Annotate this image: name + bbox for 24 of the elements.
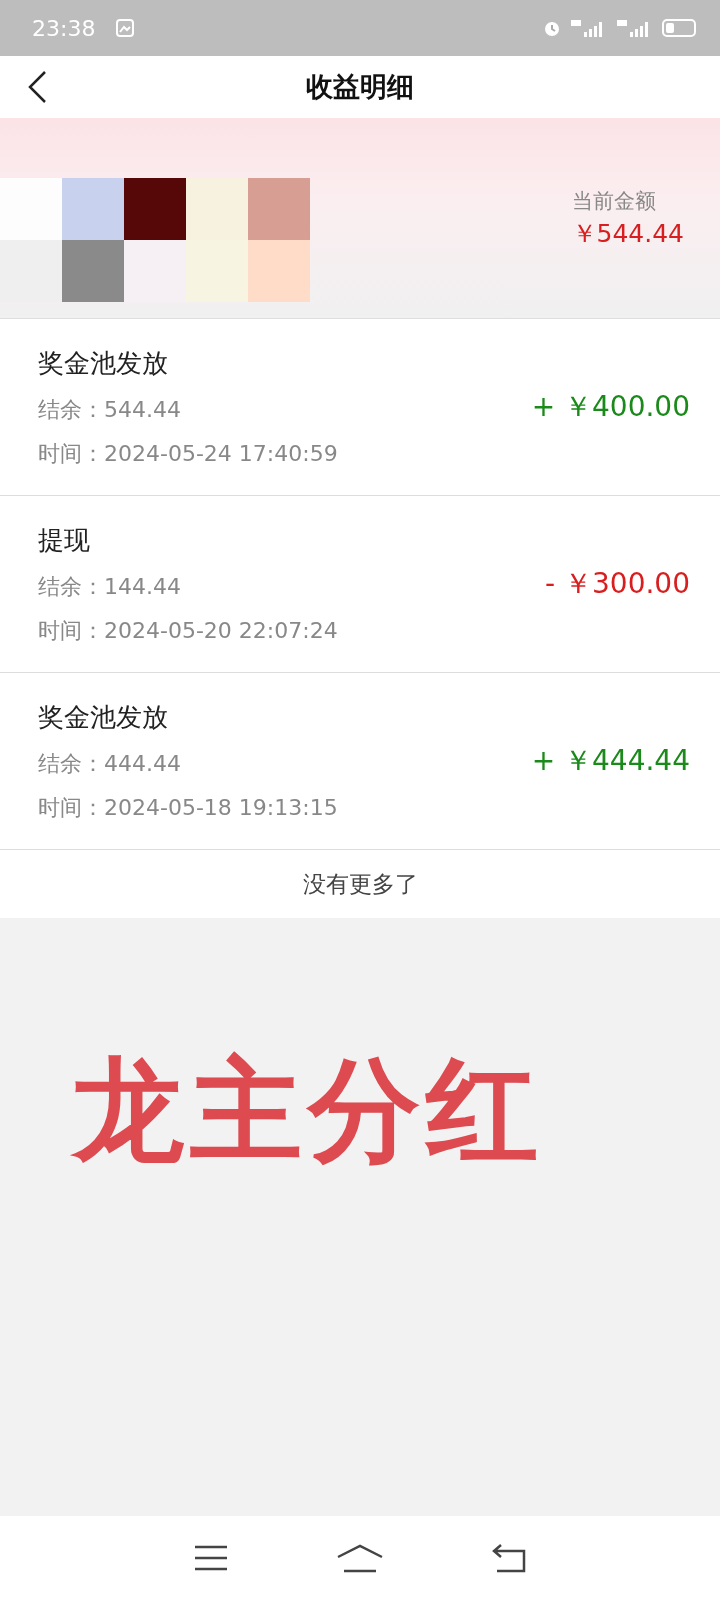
record-time: 时间：2024-05-24 17:40:59 (38, 439, 338, 468)
balance-label: 当前金额 (571, 187, 656, 215)
status-time: 23:38 (32, 15, 96, 41)
record-balance: 结余：144.44 (38, 572, 182, 601)
record-time: 时间：2024-05-18 19:13:15 (38, 793, 338, 822)
record-title: 提现 (38, 523, 91, 557)
record-title: 奖金池发放 (38, 700, 169, 734)
record-time: 时间：2024-05-20 22:07:24 (38, 616, 338, 645)
home-icon[interactable] (336, 1543, 384, 1573)
battery-icon (662, 19, 696, 37)
gallery-icon (115, 18, 136, 38)
record-amount: + ￥400.00 (531, 389, 690, 425)
balance-amount: ￥544.44 (571, 217, 684, 250)
overlay-text: 龙主分红 (72, 1045, 544, 1175)
menu-icon[interactable] (193, 1544, 230, 1572)
end-note: 没有更多了 (302, 869, 418, 899)
record-balance: 结余：544.44 (38, 395, 182, 424)
record-title: 奖金池发放 (38, 346, 169, 380)
back-icon[interactable] (26, 70, 48, 104)
page-title: 收益明细 (306, 70, 414, 104)
record-amount: - ￥300.00 (545, 566, 690, 602)
record-amount: + ￥444.44 (531, 743, 690, 779)
back-icon[interactable] (490, 1543, 527, 1573)
record-balance: 结余：444.44 (38, 749, 182, 778)
